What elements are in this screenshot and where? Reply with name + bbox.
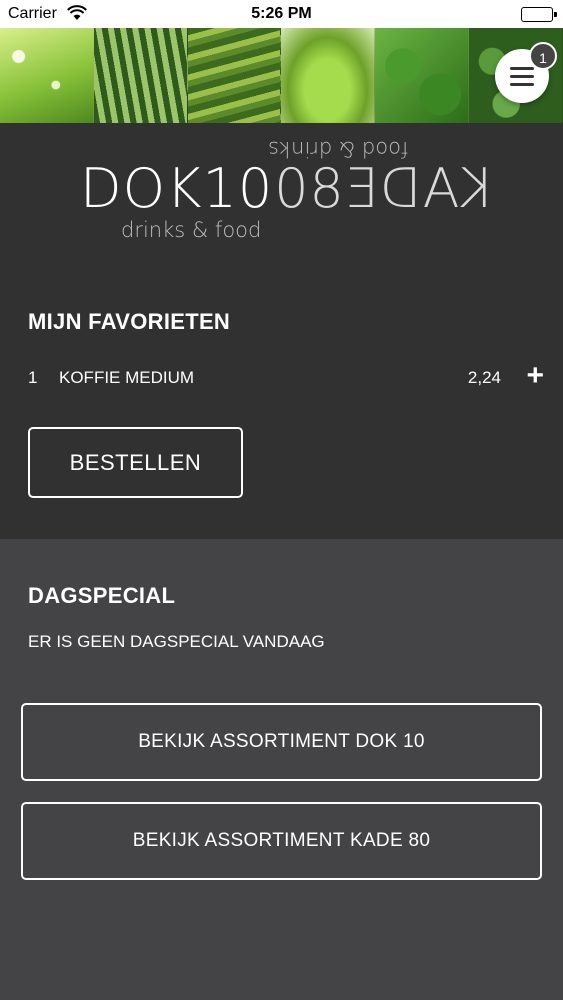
favorite-item-name: KOFFIE MEDIUM bbox=[59, 368, 195, 387]
hamburger-icon-bar bbox=[510, 74, 534, 78]
logo: food & drinks DOK10KADE80 drinks & food bbox=[0, 123, 563, 263]
logo-word-dok10: DOK10 bbox=[80, 157, 274, 220]
order-button[interactable]: BESTELLEN bbox=[28, 427, 243, 498]
favorites-title: MIJN FAVORIETEN bbox=[28, 309, 231, 334]
logo-word-kade80: KADE80 bbox=[273, 157, 496, 220]
daily-special-title: DAGSPECIAL bbox=[28, 583, 176, 608]
hamburger-icon-bar bbox=[510, 82, 534, 86]
banner-image-watermelons bbox=[93, 28, 188, 123]
cart-count-badge: 1 bbox=[529, 42, 557, 70]
favorite-item-price: 2,24 bbox=[467, 368, 501, 387]
view-assortment-kade80-button[interactable]: BEKIJK ASSORTIMENT KADE 80 bbox=[21, 802, 542, 880]
daily-special-message: ER IS GEEN DAGSPECIAL VANDAAG bbox=[28, 632, 325, 651]
banner-image-chamomile bbox=[0, 28, 94, 123]
favorite-item-quantity: 1 bbox=[28, 368, 38, 387]
view-assortment-dok10-button[interactable]: BEKIJK ASSORTIMENT DOK 10 bbox=[21, 703, 542, 781]
logo-tagline: drinks & food bbox=[121, 218, 262, 242]
hamburger-icon-bar bbox=[510, 66, 534, 70]
header-banner bbox=[0, 28, 563, 123]
favorite-item: 1 KOFFIE MEDIUM 2,24 + bbox=[28, 361, 544, 391]
add-favorite-plus-icon[interactable]: + bbox=[526, 361, 544, 391]
logo-wordmark: DOK10KADE80 bbox=[80, 157, 496, 220]
banner-image-basil bbox=[375, 28, 470, 123]
status-bar: Carrier 5:26 PM bbox=[0, 0, 563, 28]
banner-image-green-smoothie bbox=[281, 28, 376, 123]
battery-icon bbox=[521, 7, 557, 22]
daily-special-section: DAGSPECIAL ER IS GEEN DAGSPECIAL VANDAAG… bbox=[0, 539, 563, 1000]
favorites-section: food & drinks DOK10KADE80 drinks & food … bbox=[0, 123, 563, 539]
clock: 5:26 PM bbox=[251, 5, 312, 22]
banner-image-rice-terraces bbox=[187, 28, 282, 123]
